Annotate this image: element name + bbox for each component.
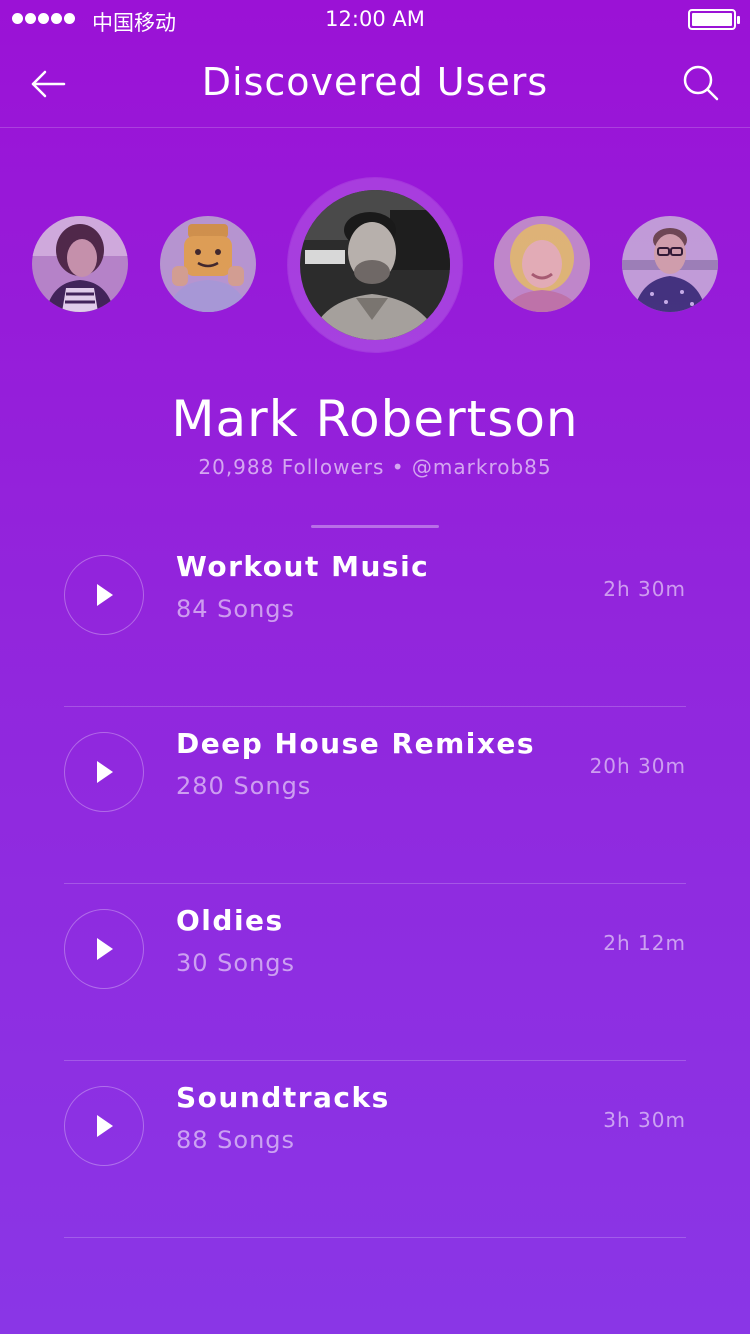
playlist-title: Soundtracks <box>176 1081 390 1114</box>
battery-icon <box>688 9 740 30</box>
search-button[interactable] <box>682 64 720 102</box>
playlist-title: Deep House Remixes <box>176 727 536 760</box>
play-icon <box>97 1115 113 1137</box>
play-button[interactable] <box>64 1086 144 1166</box>
playlist-title: Workout Music <box>176 550 430 583</box>
playlist-title: Oldies <box>176 904 284 937</box>
user-avatar-carousel <box>0 178 750 354</box>
playlist-duration: 3h 30m <box>603 1108 686 1132</box>
playlist-item[interactable]: Soundtracks 88 Songs 3h 30m <box>64 1061 686 1238</box>
status-bar: 中国移动 12:00 AM <box>0 0 750 40</box>
avatar-user-2[interactable] <box>160 216 256 312</box>
avatar-user-1[interactable] <box>32 216 128 312</box>
playlist-song-count: 84 Songs <box>176 595 296 623</box>
search-icon <box>683 65 719 101</box>
playlist-duration: 20h 30m <box>589 754 686 778</box>
page-title: Discovered Users <box>201 60 549 104</box>
playlist-song-count: 88 Songs <box>176 1126 296 1154</box>
playlist-duration: 2h 12m <box>603 931 686 955</box>
play-button[interactable] <box>64 555 144 635</box>
nav-bar: Discovered Users <box>0 40 750 128</box>
playlist-item[interactable]: Oldies 30 Songs 2h 12m <box>64 884 686 1061</box>
play-icon <box>97 938 113 960</box>
play-icon <box>97 584 113 606</box>
avatar-user-5[interactable] <box>622 216 718 312</box>
playlist-item[interactable]: Deep House Remixes 280 Songs 20h 30m <box>64 707 686 884</box>
avatar-user-4[interactable] <box>494 216 590 312</box>
playlist-song-count: 30 Songs <box>176 949 296 977</box>
play-button[interactable] <box>64 909 144 989</box>
profile-followers-handle: 20,988 Followers • @markrob85 <box>198 455 552 479</box>
playlist-duration: 2h 30m <box>603 577 686 601</box>
playlist-song-count: 280 Songs <box>176 772 312 800</box>
play-button[interactable] <box>64 732 144 812</box>
play-icon <box>97 761 113 783</box>
status-time: 12:00 AM <box>325 7 425 31</box>
section-divider <box>311 525 439 528</box>
profile-name: Mark Robertson <box>171 390 579 448</box>
avatar-selected-user[interactable] <box>300 190 450 340</box>
playlist-item[interactable]: Workout Music 84 Songs 2h 30m <box>64 530 686 707</box>
